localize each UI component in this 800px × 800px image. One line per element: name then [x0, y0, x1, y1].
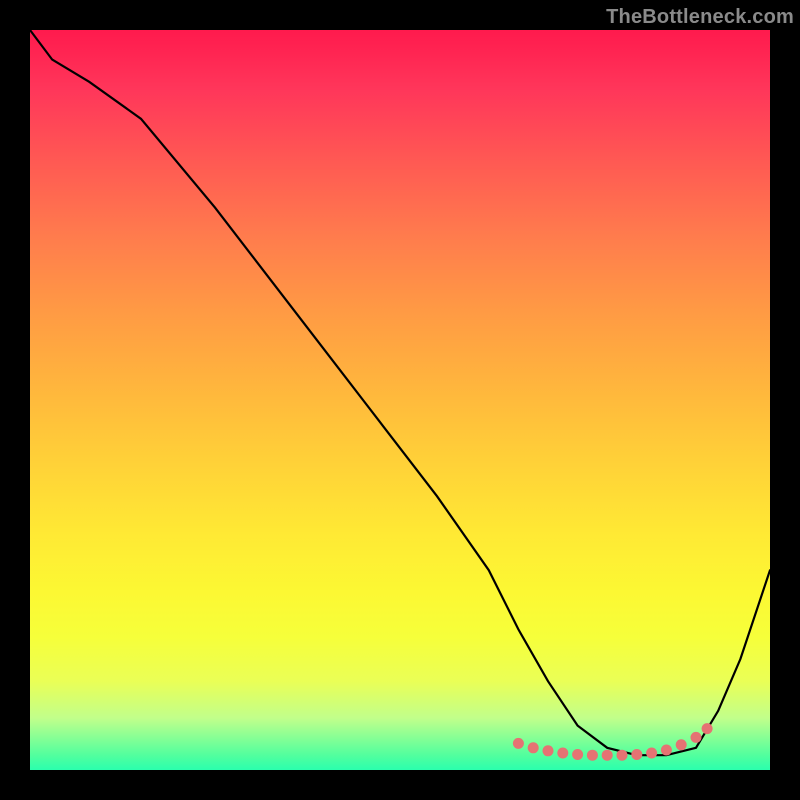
- bottleneck-curve: [30, 30, 770, 755]
- marker-group: [513, 723, 713, 761]
- curve-marker: [676, 739, 687, 750]
- curve-marker: [572, 749, 583, 760]
- plot-area: [30, 30, 770, 770]
- curve-marker: [557, 748, 568, 759]
- curve-marker: [513, 738, 524, 749]
- curve-marker: [702, 723, 713, 734]
- curve-marker: [587, 750, 598, 761]
- curve-marker: [528, 742, 539, 753]
- watermark-text: TheBottleneck.com: [606, 6, 794, 29]
- curve-marker: [661, 745, 672, 756]
- curve-marker: [602, 750, 613, 761]
- curve-marker: [646, 748, 657, 759]
- curve-layer: [30, 30, 770, 770]
- curve-marker: [631, 749, 642, 760]
- curve-marker: [543, 745, 554, 756]
- curve-marker: [617, 750, 628, 761]
- chart-frame: TheBottleneck.com: [0, 0, 800, 800]
- curve-marker: [691, 732, 702, 743]
